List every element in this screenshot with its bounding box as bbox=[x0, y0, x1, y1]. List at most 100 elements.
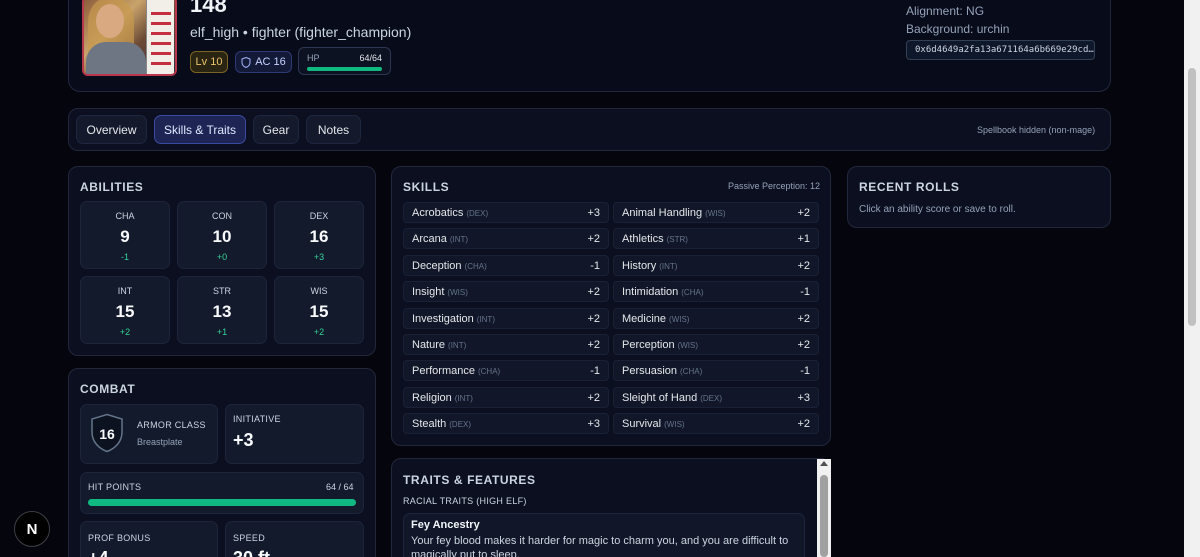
shield-icon bbox=[241, 56, 251, 68]
skill-intimidation[interactable]: Intimidation (CHA) -1 bbox=[613, 281, 819, 303]
skill-name: Persuasion bbox=[622, 365, 678, 378]
skill-sleight-of-hand[interactable]: Sleight of Hand (DEX) +3 bbox=[613, 386, 819, 408]
ability-score: 15 bbox=[309, 302, 329, 321]
skill-label: Investigation (INT) bbox=[412, 313, 495, 325]
skill-name: Survival bbox=[622, 418, 662, 431]
ability-name: STR bbox=[213, 286, 231, 296]
ability-modifier: +3 bbox=[313, 252, 325, 262]
skill-ability: (CHA) bbox=[681, 288, 704, 298]
skill-perception[interactable]: Perception (WIS) +2 bbox=[613, 334, 819, 355]
skill-name: Nature bbox=[412, 339, 446, 351]
skill-athletics[interactable]: Athletics (STR) +1 bbox=[613, 228, 819, 250]
alignment-label: Alignment: bbox=[906, 4, 963, 18]
skill-modifier: -1 bbox=[590, 259, 600, 272]
armor-class-value: 16 bbox=[99, 426, 115, 442]
skill-animal-handling[interactable]: Animal Handling (WIS) +2 bbox=[613, 202, 819, 223]
skill-performance[interactable]: Performance (CHA) -1 bbox=[403, 360, 609, 382]
skill-name: Arcana bbox=[412, 233, 447, 246]
armor-class-label: ARMOR CLASS bbox=[137, 420, 206, 430]
skill-modifier: +2 bbox=[797, 207, 810, 219]
skill-label: Performance (CHA) bbox=[412, 365, 500, 377]
traits-title: TRAITS & FEATURES bbox=[403, 473, 536, 487]
ability-int[interactable]: INT 15 +2 bbox=[80, 276, 170, 344]
ability-modifier: +0 bbox=[216, 252, 228, 262]
skill-label: Arcana (INT) bbox=[412, 233, 468, 245]
skill-modifier: +2 bbox=[587, 339, 600, 351]
skill-label: Perception (WIS) bbox=[622, 339, 698, 351]
ability-modifier: +2 bbox=[313, 327, 325, 337]
ability-name: CHA bbox=[115, 211, 135, 221]
combat-title: COMBAT bbox=[80, 382, 136, 396]
abilities-title: ABILITIES bbox=[80, 180, 144, 194]
skill-religion[interactable]: Religion (INT) +2 bbox=[403, 386, 609, 408]
page-scrollbar[interactable] bbox=[1184, 0, 1200, 557]
skill-ability: (WIS) bbox=[664, 420, 685, 430]
skill-label: Athletics (STR) bbox=[622, 233, 688, 245]
skill-ability: (WIS) bbox=[705, 209, 726, 218]
ability-wis[interactable]: WIS 15 +2 bbox=[274, 276, 364, 344]
traits-scroll-thumb[interactable] bbox=[820, 475, 828, 557]
skill-stealth[interactable]: Stealth (DEX) +3 bbox=[403, 413, 609, 435]
skill-ability: (DEX) bbox=[466, 209, 489, 218]
trait-name: Fey Ancestry bbox=[411, 519, 480, 531]
initiative-label: INITIATIVE bbox=[233, 414, 281, 424]
trait-description: Your fey blood makes it harder for magic… bbox=[411, 535, 789, 557]
skill-ability: (WIS) bbox=[669, 314, 690, 324]
skill-insight[interactable]: Insight (WIS) +2 bbox=[403, 281, 609, 303]
ability-name: INT bbox=[117, 286, 133, 296]
skill-label: Insight (WIS) bbox=[412, 286, 468, 298]
skill-label: Stealth (DEX) bbox=[412, 418, 471, 430]
skill-modifier: -1 bbox=[800, 365, 810, 378]
skill-investigation[interactable]: Investigation (INT) +2 bbox=[403, 307, 609, 329]
hp-badge-label: HP bbox=[307, 53, 320, 63]
page-scroll-thumb[interactable] bbox=[1188, 68, 1196, 326]
ability-dex[interactable]: DEX 16 +3 bbox=[274, 201, 364, 269]
ability-score: 16 bbox=[309, 227, 329, 246]
skill-ability: (DEX) bbox=[700, 393, 722, 403]
ability-str[interactable]: STR 13 +1 bbox=[177, 276, 267, 344]
ability-modifier: +1 bbox=[216, 327, 228, 337]
hash-chip[interactable]: 0x6d4649a2fa13a671164a6b669e29cd… bbox=[906, 40, 1095, 60]
hit-points-card bbox=[80, 472, 364, 514]
tab-gear[interactable]: Gear bbox=[253, 115, 299, 144]
skill-acrobatics[interactable]: Acrobatics (DEX) +3 bbox=[403, 202, 609, 223]
skill-label: Persuasion (CHA) bbox=[622, 365, 702, 377]
spellbook-note: Spellbook hidden (non-mage) bbox=[977, 125, 1096, 135]
tab-skills-traits[interactable]: Skills & Traits bbox=[154, 115, 246, 144]
skills-title: SKILLS bbox=[403, 180, 450, 194]
skill-arcana[interactable]: Arcana (INT) +2 bbox=[403, 228, 609, 250]
ability-cha[interactable]: CHA 9 -1 bbox=[80, 201, 170, 269]
prof-bonus-value: +4 bbox=[88, 548, 109, 557]
tab-notes[interactable]: Notes bbox=[306, 115, 361, 144]
skill-label: Medicine (WIS) bbox=[622, 313, 689, 325]
skill-survival[interactable]: Survival (WIS) +2 bbox=[613, 413, 819, 435]
traits-scrollbar[interactable] bbox=[817, 459, 831, 557]
hit-points-value: 64 / 64 bbox=[326, 482, 354, 492]
skill-deception[interactable]: Deception (CHA) -1 bbox=[403, 254, 609, 276]
hit-points-label: HIT POINTS bbox=[88, 482, 142, 492]
scroll-up-arrow-icon[interactable] bbox=[820, 461, 828, 466]
skill-ability: (INT) bbox=[454, 393, 473, 403]
nextjs-dev-button[interactable]: N bbox=[14, 511, 50, 547]
skill-ability: (WIS) bbox=[447, 288, 468, 298]
skill-ability: (CHA) bbox=[477, 367, 501, 377]
skill-nature[interactable]: Nature (INT) +2 bbox=[403, 334, 609, 355]
ability-con[interactable]: CON 10 +0 bbox=[177, 201, 267, 269]
skill-ability: (STR) bbox=[666, 235, 688, 245]
skill-name: Perception bbox=[622, 339, 675, 351]
racial-traits-heading: RACIAL TRAITS (HIGH ELF) bbox=[403, 496, 527, 506]
skill-name: Intimidation bbox=[622, 286, 679, 299]
tab-overview[interactable]: Overview bbox=[76, 115, 147, 144]
character-race-class: elf_high • fighter (fighter_champion) bbox=[190, 24, 412, 40]
skill-ability: (INT) bbox=[449, 235, 469, 245]
skill-history[interactable]: History (INT) +2 bbox=[613, 254, 819, 276]
skill-name: Performance bbox=[412, 365, 475, 378]
skill-medicine[interactable]: Medicine (WIS) +2 bbox=[613, 307, 819, 329]
skill-modifier: +3 bbox=[797, 391, 810, 404]
skill-modifier: +2 bbox=[587, 233, 600, 246]
character-number: 148 bbox=[190, 0, 227, 17]
speed-label: SPEED bbox=[233, 533, 266, 543]
armor-name: Breastplate bbox=[137, 437, 183, 447]
skill-persuasion[interactable]: Persuasion (CHA) -1 bbox=[613, 360, 819, 382]
hit-points-fill bbox=[88, 499, 356, 506]
